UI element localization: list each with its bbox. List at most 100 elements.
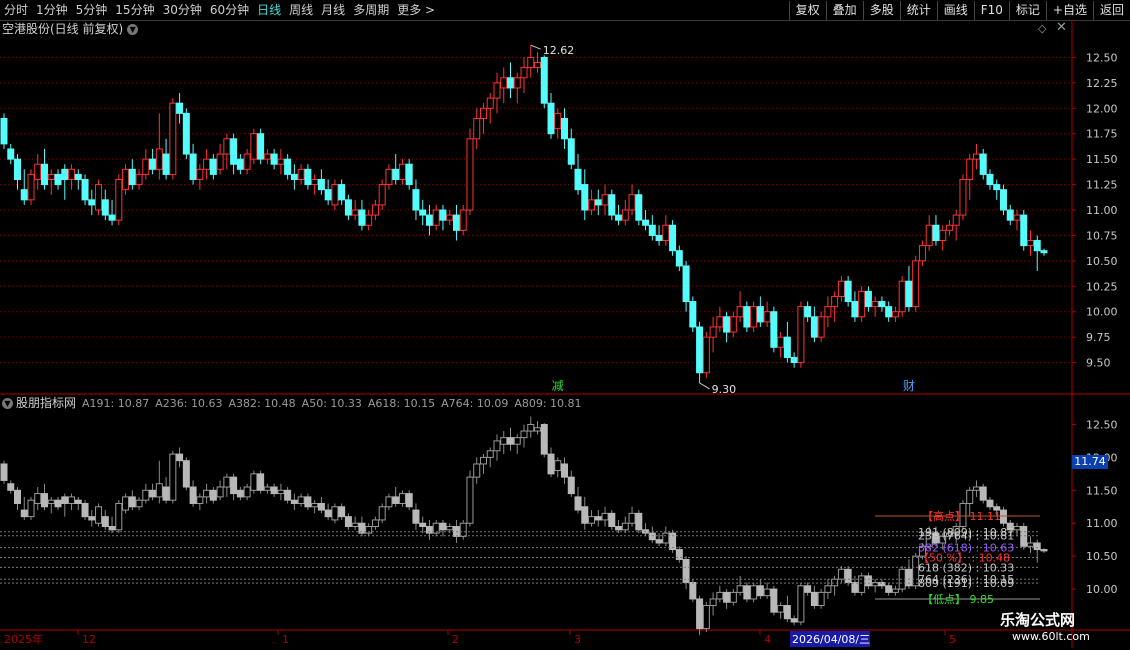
candle-body [682, 265, 690, 303]
candle-body [790, 356, 798, 364]
candle-body [1026, 240, 1034, 247]
ind-candle-body [493, 440, 501, 452]
ind-candle-body [88, 516, 96, 521]
price-tick-label: 10.00 [1086, 306, 1118, 319]
candle-body [939, 229, 947, 242]
candle-body [777, 336, 785, 348]
candle-body [439, 209, 447, 221]
period-tab[interactable]: 多周期 [349, 0, 393, 20]
period-tab[interactable]: 周线 [285, 0, 317, 20]
period-tab[interactable]: 月线 [317, 0, 349, 20]
ind-candle-body [263, 486, 271, 491]
ind-candle-body [635, 512, 643, 531]
candle-body [196, 168, 204, 180]
ind-candle-body [750, 585, 758, 600]
ind-candle-body [182, 460, 190, 488]
ind-candle-body [777, 605, 785, 613]
candle-body [837, 280, 845, 297]
price-tick-label: 12.00 [1086, 102, 1118, 115]
candle-body [1006, 209, 1014, 221]
ind-candle-body [844, 568, 852, 583]
ind-candle-body [149, 489, 157, 498]
ind-candle-body [371, 519, 379, 528]
ind-candle-body [162, 486, 170, 501]
candle-body [918, 245, 926, 262]
price-tick-label: 12.50 [1086, 51, 1118, 64]
ind-candle-body [317, 502, 325, 511]
ind-candle-body [392, 496, 400, 504]
ind-candle-body [581, 506, 589, 524]
ind-candle-body [338, 506, 346, 518]
toolbar-button[interactable]: +自选 [1045, 1, 1093, 20]
candle-body [588, 199, 596, 211]
indicator-value: A236: 10.63 [155, 397, 223, 410]
period-tab[interactable]: 分时 [0, 0, 32, 20]
ind-candle-body [756, 585, 764, 597]
ind-candle-body [243, 486, 251, 498]
toolbar-button[interactable]: 多股 [862, 1, 900, 20]
candle-body [115, 178, 123, 221]
ind-candle-body [34, 493, 42, 504]
candle-body [54, 173, 62, 186]
toolbar-button[interactable]: 叠加 [825, 1, 863, 20]
chevron-down-icon[interactable]: ▼ [2, 398, 13, 409]
ind-candle-body [277, 489, 285, 495]
period-tab[interactable]: 15分钟 [111, 0, 158, 20]
ind-candle-body [520, 430, 528, 439]
period-tab[interactable]: 1分钟 [32, 0, 72, 20]
date-label: 4 [764, 633, 771, 646]
ind-candle-body [209, 489, 217, 501]
toolbar-button[interactable]: F10 [973, 1, 1009, 20]
candle-body [250, 133, 258, 160]
candle-body [898, 280, 906, 313]
candle-body [750, 306, 758, 328]
price-tick-label: 11.00 [1086, 204, 1118, 217]
period-tab[interactable]: 日线 [253, 0, 285, 20]
ind-candle-body [236, 489, 244, 498]
period-tab[interactable]: 更多 > [393, 0, 439, 20]
candle-body [479, 107, 487, 119]
price-tick-label: 11.25 [1086, 179, 1118, 192]
toolbar-button[interactable]: 统计 [899, 1, 937, 20]
candle-body [864, 290, 872, 308]
candle-body [669, 224, 677, 252]
candle-body [810, 316, 818, 338]
candle-body [723, 316, 731, 333]
candle-body [540, 56, 548, 104]
candle-body [236, 158, 244, 170]
ind-candle-body [648, 532, 656, 541]
period-tab[interactable]: 30分钟 [159, 0, 206, 20]
candle-body [243, 153, 251, 170]
ind-candle-body [824, 585, 832, 593]
candle-body [378, 184, 386, 206]
kline-chart[interactable]: 12.50 12.25 12.00 11.75 11.50 11.25 11.00 10.75… [0, 20, 1130, 650]
ind-candle-body [716, 591, 724, 600]
ind-candle-body [203, 489, 211, 498]
price-tick-label: 12.25 [1086, 77, 1118, 90]
ind-candle-body [601, 512, 609, 521]
ind-candle-body [743, 585, 751, 600]
candle-body [952, 214, 960, 226]
candle-body [365, 214, 373, 226]
candle-body [628, 194, 636, 211]
toolbar-button[interactable]: 返回 [1092, 1, 1130, 20]
candle-body [534, 62, 542, 69]
candle-body [27, 173, 35, 201]
ind-candle-body [540, 423, 548, 455]
ind-candle-body [405, 493, 413, 508]
candle-body [68, 168, 76, 180]
period-tab[interactable]: 5分钟 [72, 0, 112, 20]
ind-candle-body [14, 489, 22, 504]
candle-body [270, 153, 278, 165]
candle-body [709, 326, 717, 338]
toolbar-button[interactable]: 画线 [936, 1, 974, 20]
ind-candle-body [1013, 526, 1021, 531]
period-tab[interactable]: 60分钟 [206, 0, 253, 20]
ind-candle-body [547, 453, 555, 475]
toolbar-button[interactable]: 标记 [1008, 1, 1046, 20]
toolbar-button[interactable]: 复权 [788, 1, 826, 20]
ind-candle-body [223, 476, 231, 488]
ind-candle-body [804, 585, 812, 593]
date-label: 1 [282, 633, 289, 646]
ind-candle-body [966, 489, 974, 504]
